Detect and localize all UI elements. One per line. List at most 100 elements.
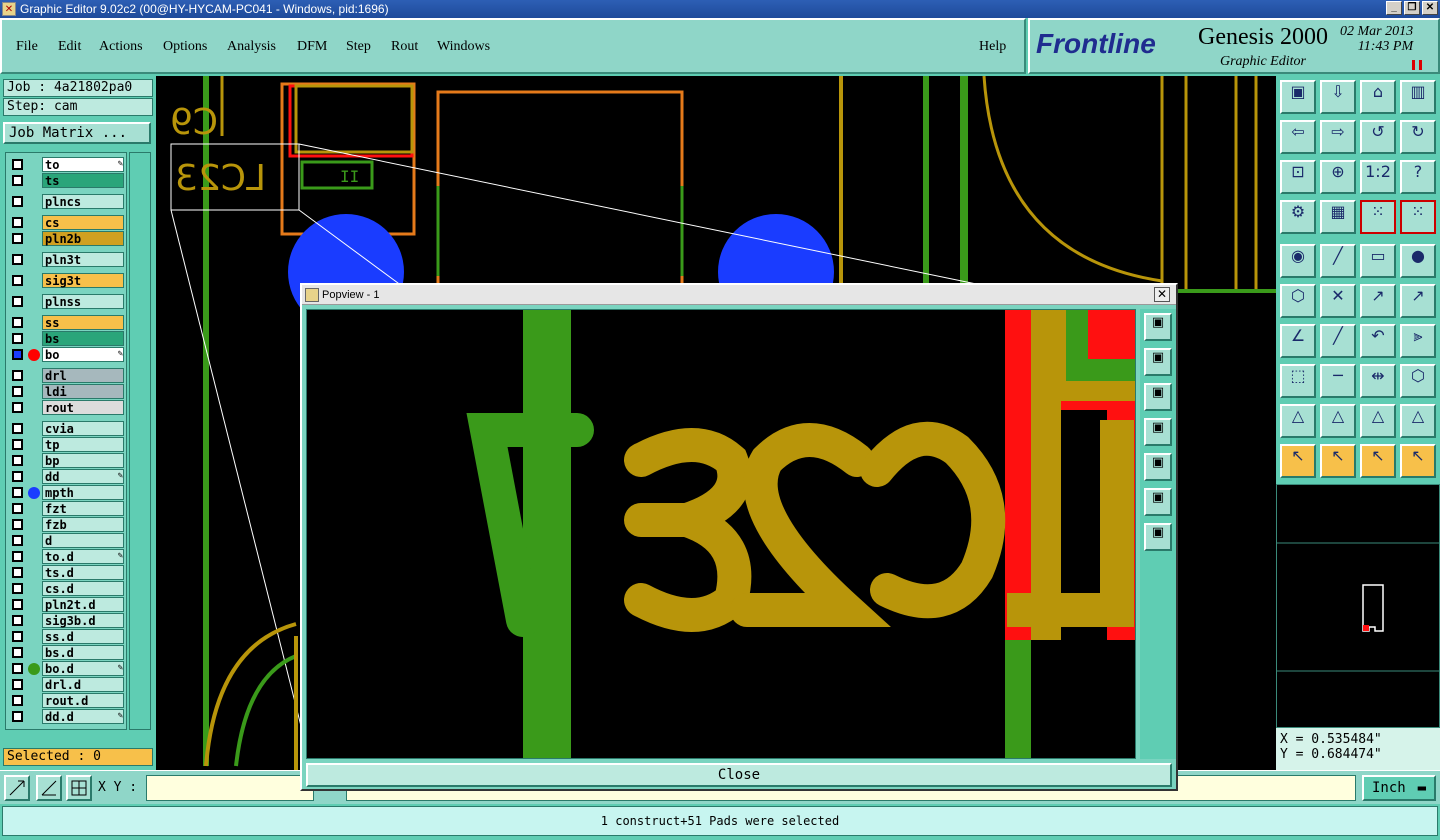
layer-checkbox[interactable]	[12, 402, 23, 413]
layer-row-bp[interactable]: bp	[7, 453, 127, 468]
popview-zoom-fit-icon[interactable]: ▣	[1144, 313, 1172, 341]
layer-scrollbar[interactable]	[129, 152, 151, 730]
layer-name[interactable]: drl.d	[42, 677, 124, 692]
layer-checkbox[interactable]	[12, 711, 23, 722]
layer-name[interactable]: bo	[42, 347, 124, 362]
layer-name[interactable]: fzb	[42, 517, 124, 532]
layer-checkbox[interactable]	[12, 275, 23, 286]
tool-triangle-icon[interactable]: △	[1280, 404, 1316, 438]
tool-net-icon[interactable]: ⬡	[1280, 284, 1316, 318]
layer-name[interactable]: bs	[42, 331, 124, 346]
layer-row-tp[interactable]: tp	[7, 437, 127, 452]
popview-canvas[interactable]	[306, 309, 1136, 759]
layer-name[interactable]: plnss	[42, 294, 124, 309]
menu-analysis[interactable]: Analysis	[227, 39, 276, 55]
layer-row-ts-d[interactable]: ts.d	[7, 565, 127, 580]
layer-checkbox[interactable]	[12, 296, 23, 307]
tool-route2-icon[interactable]: ↗	[1400, 284, 1436, 318]
tool-move-icon[interactable]: ⬚	[1280, 364, 1316, 398]
layer-row-dd[interactable]: dd ✎	[7, 469, 127, 484]
tool-redo-zoom-icon[interactable]: ↻	[1400, 120, 1436, 154]
layer-checkbox[interactable]	[12, 551, 23, 562]
layer-name[interactable]: rout.d	[42, 693, 124, 708]
tool-minus-icon[interactable]: ─	[1320, 364, 1356, 398]
pause-icon[interactable]	[1412, 60, 1422, 70]
close-button[interactable]: ✕	[1422, 1, 1438, 15]
layer-name[interactable]: plncs	[42, 194, 124, 209]
tool-zoom-in-icon[interactable]: ⇩	[1320, 80, 1356, 114]
layer-row-sig3b-d[interactable]: sig3b.d	[7, 613, 127, 628]
layer-name[interactable]: cs.d	[42, 581, 124, 596]
layer-name[interactable]: fzt	[42, 501, 124, 516]
tool-pan-right-icon[interactable]: ⇨	[1320, 120, 1356, 154]
layer-row-rout-d[interactable]: rout.d	[7, 693, 127, 708]
popview-close-button[interactable]: Close	[306, 763, 1172, 787]
layer-name[interactable]: sig3b.d	[42, 613, 124, 628]
measure-icon[interactable]	[36, 775, 62, 801]
popview-zoom-out-icon[interactable]: ▣	[1144, 383, 1172, 411]
xy-input[interactable]	[146, 775, 314, 801]
layer-checkbox[interactable]	[12, 370, 23, 381]
layer-checkbox[interactable]	[12, 423, 23, 434]
layer-name[interactable]: pln3t	[42, 252, 124, 267]
layer-checkbox[interactable]	[12, 631, 23, 642]
layer-checkbox[interactable]	[12, 487, 23, 498]
layer-checkbox[interactable]	[12, 615, 23, 626]
layer-row-ss-d[interactable]: ss.d	[7, 629, 127, 644]
layer-checkbox[interactable]	[12, 455, 23, 466]
layer-row-bs-d[interactable]: bs.d	[7, 645, 127, 660]
layer-row-pln2b[interactable]: pln2b	[7, 231, 127, 246]
layer-name[interactable]: dd.d	[42, 709, 124, 724]
layer-checkbox[interactable]	[12, 695, 23, 706]
layer-checkbox[interactable]	[12, 471, 23, 482]
layer-checkbox[interactable]	[12, 349, 23, 360]
overview-map[interactable]	[1276, 484, 1440, 728]
menu-options[interactable]: Options	[163, 39, 207, 55]
tool-help-icon[interactable]: ?	[1400, 160, 1436, 194]
layer-row-cvia[interactable]: cvia	[7, 421, 127, 436]
layer-checkbox[interactable]	[12, 583, 23, 594]
layer-name[interactable]: tp	[42, 437, 124, 452]
layer-name[interactable]: cs	[42, 215, 124, 230]
layer-row-fzt[interactable]: fzt	[7, 501, 127, 516]
menu-step[interactable]: Step	[346, 39, 371, 55]
layer-checkbox[interactable]	[12, 503, 23, 514]
tool-one-to-one-icon[interactable]: 1:2	[1360, 160, 1396, 194]
layer-name[interactable]: cvia	[42, 421, 124, 436]
tool-window-icon[interactable]: ▥	[1400, 80, 1436, 114]
menu-rout[interactable]: Rout	[391, 39, 418, 55]
layer-row-mpth[interactable]: mpth	[7, 485, 127, 500]
layer-row-sig3t[interactable]: sig3t	[7, 273, 127, 288]
layer-name[interactable]: to	[42, 157, 124, 172]
tool-pan-left-icon[interactable]: ⇦	[1280, 120, 1316, 154]
tool-snap-red-icon[interactable]: ⁙	[1400, 200, 1436, 234]
tool-ruler-icon[interactable]: ▭	[1360, 244, 1396, 278]
layer-name[interactable]: sig3t	[42, 273, 124, 288]
tool-triangle3-icon[interactable]: △	[1360, 404, 1396, 438]
layer-row-pln3t[interactable]: pln3t	[7, 252, 127, 267]
layer-row-plnss[interactable]: plnss	[7, 294, 127, 309]
tool-zoom-home-icon[interactable]: ▣	[1280, 80, 1316, 114]
layer-row-fzb[interactable]: fzb	[7, 517, 127, 532]
layer-row-cs[interactable]: cs	[7, 215, 127, 230]
menu-help[interactable]: Help	[979, 39, 1006, 55]
tool-grid-icon[interactable]: ▦	[1320, 200, 1356, 234]
tool-options-icon[interactable]: ⚙	[1280, 200, 1316, 234]
layer-checkbox[interactable]	[12, 233, 23, 244]
menu-edit[interactable]: Edit	[58, 39, 81, 55]
layer-row-drl-d[interactable]: drl.d	[7, 677, 127, 692]
menu-file[interactable]: File	[16, 39, 38, 55]
unit-select[interactable]: Inch ▬	[1362, 775, 1436, 801]
layer-row-to-d[interactable]: to.d ✎	[7, 549, 127, 564]
layer-name[interactable]: ss.d	[42, 629, 124, 644]
tool-center-icon[interactable]: ⊕	[1320, 160, 1356, 194]
layer-row-ss[interactable]: ss	[7, 315, 127, 330]
menu-dfm[interactable]: DFM	[297, 39, 327, 55]
layer-checkbox[interactable]	[12, 175, 23, 186]
tool-route-icon[interactable]: ↗	[1360, 284, 1396, 318]
popview-expand-icon[interactable]: ▣	[1144, 488, 1172, 516]
layer-checkbox[interactable]	[12, 439, 23, 450]
layer-name[interactable]: bs.d	[42, 645, 124, 660]
tool-measure-icon[interactable]: ⇹	[1360, 364, 1396, 398]
layer-row-dd-d[interactable]: dd.d ✎	[7, 709, 127, 724]
